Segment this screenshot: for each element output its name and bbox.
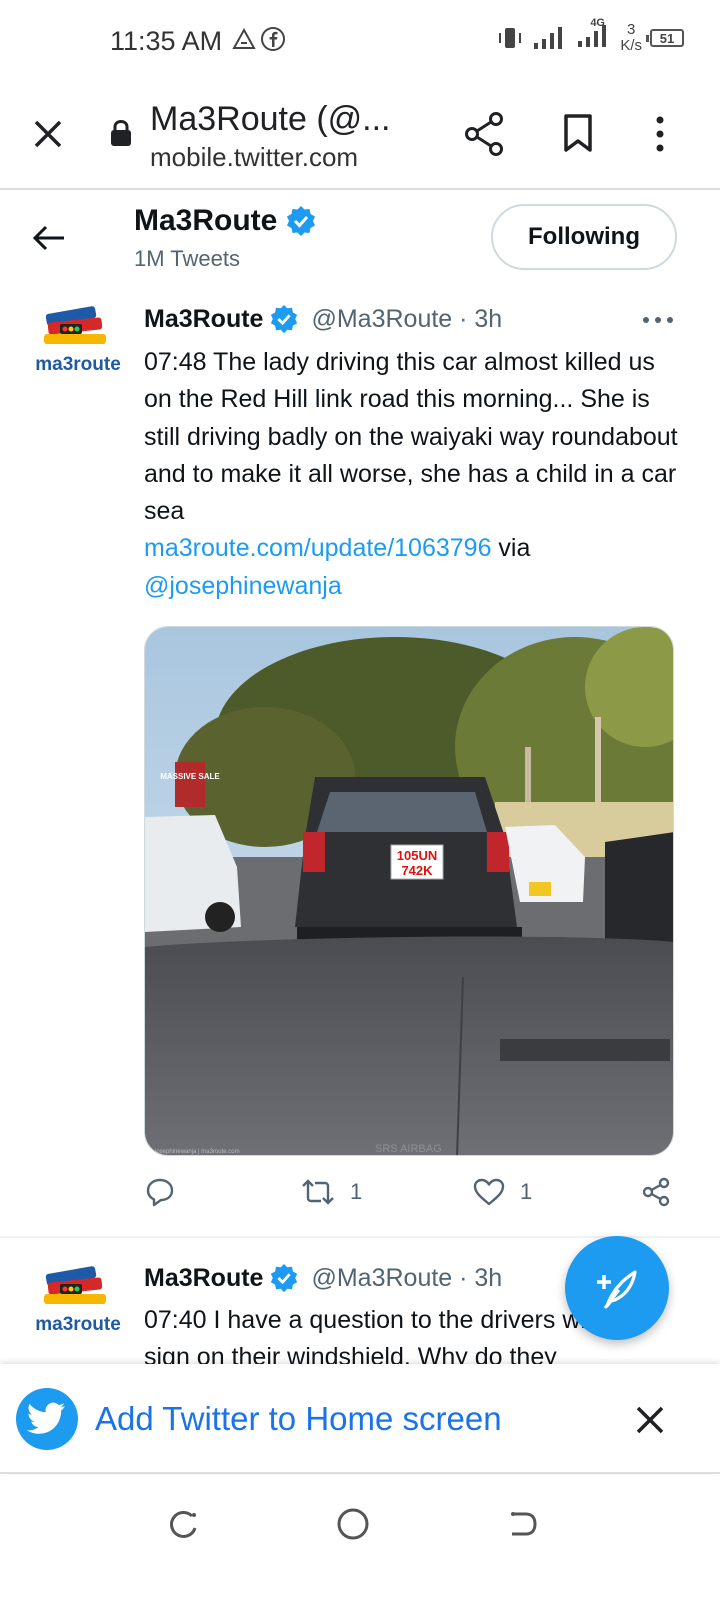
lock-icon[interactable] bbox=[108, 118, 134, 148]
compose-feather-icon bbox=[597, 1270, 637, 1309]
network-type: 4G bbox=[590, 16, 605, 29]
share-icon[interactable] bbox=[640, 1176, 672, 1208]
home-icon[interactable] bbox=[333, 1506, 373, 1542]
retweet-icon[interactable] bbox=[300, 1176, 336, 1208]
plate-text: 105UN bbox=[397, 848, 437, 863]
status-time: 11:35 AM bbox=[110, 26, 223, 56]
page-title: Ma3Route (@... bbox=[150, 100, 391, 138]
system-nav-bar bbox=[0, 1476, 720, 1600]
avatar[interactable]: ma3route bbox=[34, 304, 122, 392]
share-icon[interactable] bbox=[462, 110, 506, 158]
verified-badge-icon bbox=[271, 304, 298, 334]
back-arrow-icon[interactable] bbox=[30, 220, 70, 256]
like-count: 1 bbox=[520, 1179, 533, 1204]
signal-icon bbox=[534, 27, 563, 49]
tweet-image[interactable]: MASSIVE SALE 105UN 742K SRS AIRBAG josep… bbox=[144, 626, 674, 1156]
tweet-author[interactable]: Ma3Route bbox=[144, 305, 263, 334]
alert-triangle-icon bbox=[232, 27, 256, 49]
following-button[interactable]: Following bbox=[491, 204, 677, 270]
back-nav-icon[interactable] bbox=[502, 1506, 542, 1542]
bookmark-icon[interactable] bbox=[560, 112, 596, 154]
svg-text:ma3route: ma3route bbox=[35, 354, 121, 375]
status-bar: 11:35 AM 4G 3 K/s 51 bbox=[0, 0, 720, 80]
close-icon[interactable] bbox=[634, 1404, 666, 1436]
twitter-logo-icon bbox=[16, 1388, 78, 1450]
tweet-handle: @Ma3Route · 3h bbox=[311, 304, 503, 333]
page-url[interactable]: mobile.twitter.com bbox=[150, 142, 358, 173]
tweet-actions: 1 1 bbox=[144, 1176, 684, 1216]
retweet-count: 1 bbox=[350, 1179, 363, 1204]
tweet-mention[interactable]: @josephinewanja bbox=[144, 572, 342, 600]
svg-text:josephinewanja | ma3route.com: josephinewanja | ma3route.com bbox=[154, 1149, 240, 1155]
add-to-home-label[interactable]: Add Twitter to Home screen bbox=[95, 1400, 502, 1438]
verified-badge-icon bbox=[271, 1263, 298, 1293]
verified-badge-icon bbox=[287, 206, 316, 236]
facebook-icon bbox=[261, 27, 285, 51]
more-horizontal-icon[interactable] bbox=[640, 314, 676, 326]
network-speed: 3 K/s bbox=[620, 21, 642, 54]
tweet-link[interactable]: ma3route.com/update/1063796 bbox=[144, 534, 491, 562]
compose-tweet-button[interactable] bbox=[565, 1236, 669, 1340]
vibrate-icon bbox=[499, 28, 522, 48]
tweet-author[interactable]: Ma3Route bbox=[144, 1264, 263, 1293]
tweet-text: 07:48 The lady driving this car almost k… bbox=[144, 348, 678, 600]
profile-header: Ma3Route 1M Tweets Following bbox=[0, 192, 720, 288]
car-photo: MASSIVE SALE 105UN 742K SRS AIRBAG josep… bbox=[145, 627, 673, 1155]
avatar[interactable]: ma3route bbox=[34, 1264, 122, 1352]
tweet-handle: @Ma3Route · 3h bbox=[311, 1263, 503, 1292]
svg-text:SRS AIRBAG: SRS AIRBAG bbox=[375, 1143, 442, 1155]
like-icon[interactable] bbox=[472, 1176, 506, 1208]
browser-toolbar: Ma3Route (@... mobile.twitter.com bbox=[0, 80, 720, 190]
svg-text:MASSIVE SALE: MASSIVE SALE bbox=[160, 772, 220, 781]
svg-text:742K: 742K bbox=[401, 863, 433, 878]
more-vertical-icon[interactable] bbox=[648, 114, 672, 154]
reply-icon[interactable] bbox=[144, 1176, 176, 1208]
add-to-home-banner[interactable]: Add Twitter to Home screen bbox=[0, 1364, 720, 1474]
profile-name: Ma3Route bbox=[134, 204, 278, 237]
recent-apps-icon[interactable] bbox=[164, 1506, 204, 1542]
svg-text:ma3route: ma3route bbox=[35, 1314, 121, 1335]
close-tab-icon[interactable] bbox=[28, 114, 68, 154]
battery-icon: 51 bbox=[646, 29, 684, 47]
tweet-count: 1M Tweets bbox=[134, 246, 240, 271]
